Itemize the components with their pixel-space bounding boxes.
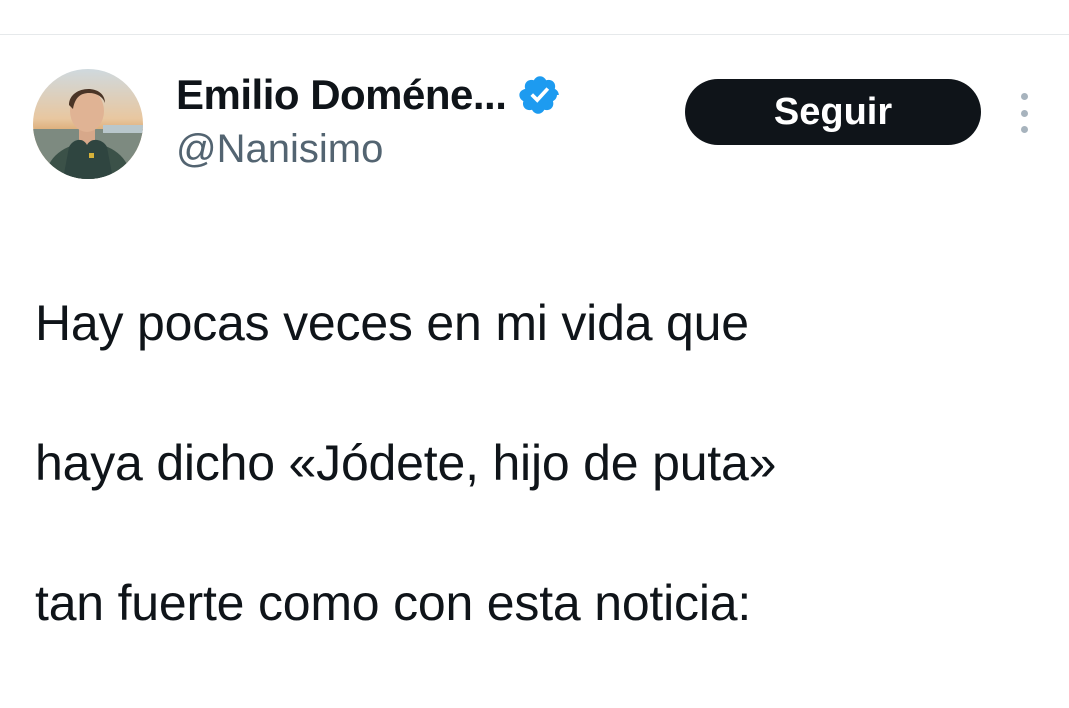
avatar-photo bbox=[33, 69, 143, 179]
more-dot bbox=[1020, 126, 1028, 133]
author-name-row: Emilio Doméne... bbox=[176, 69, 562, 121]
tweet-card[interactable]: Emilio Doméne... @Nanisimo Seguir Hay po… bbox=[0, 35, 1069, 631]
verified-badge-icon bbox=[519, 76, 560, 114]
author-display-name[interactable]: Emilio Doméne... bbox=[176, 71, 507, 119]
tweet-text-line: Hay pocas veces en mi vida que bbox=[35, 295, 749, 351]
avatar[interactable] bbox=[33, 69, 143, 179]
author-handle[interactable]: @Nanisimo bbox=[176, 127, 383, 172]
tweet-text-line: haya dicho «Jódete, hijo de puta» bbox=[35, 435, 777, 491]
more-dot bbox=[1020, 93, 1028, 100]
tweet-text: Hay pocas veces en mi vida que haya dich… bbox=[35, 218, 1035, 708]
tweet-text-line: tan fuerte como con esta noticia: bbox=[35, 575, 752, 631]
follow-button[interactable]: Seguir bbox=[685, 79, 981, 145]
more-dot bbox=[1020, 109, 1028, 117]
more-options-icon[interactable] bbox=[1012, 93, 1036, 133]
